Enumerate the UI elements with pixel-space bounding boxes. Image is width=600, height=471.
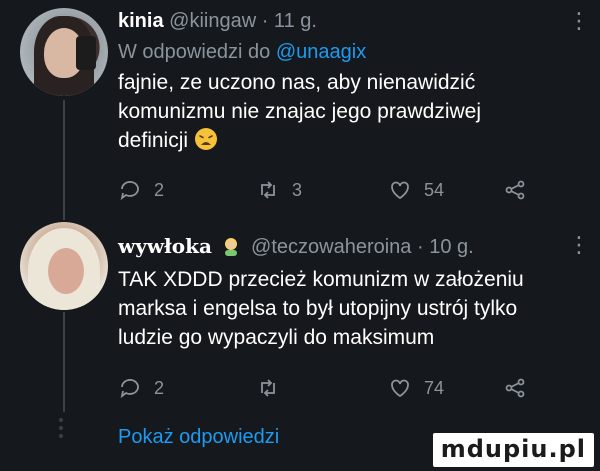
heart-icon <box>391 181 409 200</box>
reply-context: W odpowiedzi do @unaagix <box>118 41 582 64</box>
tweet-header: kinia @kiingaw · 11 g. <box>118 10 582 33</box>
reply-count: 2 <box>154 377 165 398</box>
share-button[interactable] <box>503 376 527 400</box>
reply-to-mention[interactable]: @unaagix <box>276 41 366 63</box>
reply-icon <box>120 379 139 399</box>
retweet-button[interactable] <box>256 376 292 400</box>
retweet-icon <box>261 379 275 397</box>
reply-button[interactable]: 2 <box>118 376 164 400</box>
tweet-header: wywłoka @teczowaheroina · 10 g. <box>118 234 582 259</box>
thread-line <box>63 100 65 220</box>
reply-icon <box>120 181 139 201</box>
share-button[interactable] <box>503 178 527 202</box>
reply-to-label: W odpowiedzi do <box>118 41 271 63</box>
tweet-text-content: fajnie, ze uczono nas, aby nienawidzić k… <box>118 71 482 152</box>
avatar[interactable] <box>20 8 108 96</box>
more-options-icon[interactable]: ⋮ <box>568 232 590 258</box>
reply-button[interactable]: 2 <box>118 178 164 202</box>
user-handle[interactable]: @teczowaheroina <box>251 236 411 258</box>
like-button[interactable]: 54 <box>388 178 444 202</box>
retweet-icon <box>261 181 275 199</box>
thread-dots <box>59 418 65 438</box>
tweet-time[interactable]: · 11 g. <box>262 10 317 32</box>
avatar[interactable] <box>20 222 108 310</box>
woman-emoji-icon <box>225 238 238 256</box>
tweet-text: TAK XDDD przecież komunizm w założeniu m… <box>118 265 558 352</box>
retweet-button[interactable]: 3 <box>256 178 302 202</box>
watermark-logo: mdupiu.pl <box>432 433 594 467</box>
thread-line <box>63 312 65 412</box>
share-icon <box>505 378 525 398</box>
tweet[interactable]: kinia @kiingaw · 11 g. W odpowiedzi do @… <box>118 10 582 155</box>
show-replies-link[interactable]: Pokaż odpowiedzi <box>118 426 279 449</box>
like-count: 74 <box>424 377 445 398</box>
display-name[interactable]: kinia <box>118 10 164 32</box>
tweet-actions: 2 74 <box>118 376 578 406</box>
reply-count: 2 <box>154 179 165 200</box>
user-handle[interactable]: @kiingaw <box>169 10 256 32</box>
tweet-actions: 2 3 54 <box>118 178 578 208</box>
more-options-icon[interactable]: ⋮ <box>568 8 590 34</box>
display-name[interactable]: wywłoka <box>118 234 212 258</box>
retweet-count: 3 <box>292 179 303 200</box>
tweet-text-content: TAK XDDD przecież komunizm w założeniu m… <box>118 268 524 349</box>
tweet-text: fajnie, ze uczono nas, aby nienawidzić k… <box>118 68 538 155</box>
heart-icon <box>391 379 409 398</box>
tired-face-emoji-icon <box>194 128 217 150</box>
like-count: 54 <box>424 179 445 200</box>
share-icon <box>505 180 525 200</box>
tweet-time[interactable]: · 10 g. <box>417 236 474 258</box>
like-button[interactable]: 74 <box>388 376 444 400</box>
tweet[interactable]: wywłoka @teczowaheroina · 10 g. TAK XDDD… <box>118 234 582 352</box>
